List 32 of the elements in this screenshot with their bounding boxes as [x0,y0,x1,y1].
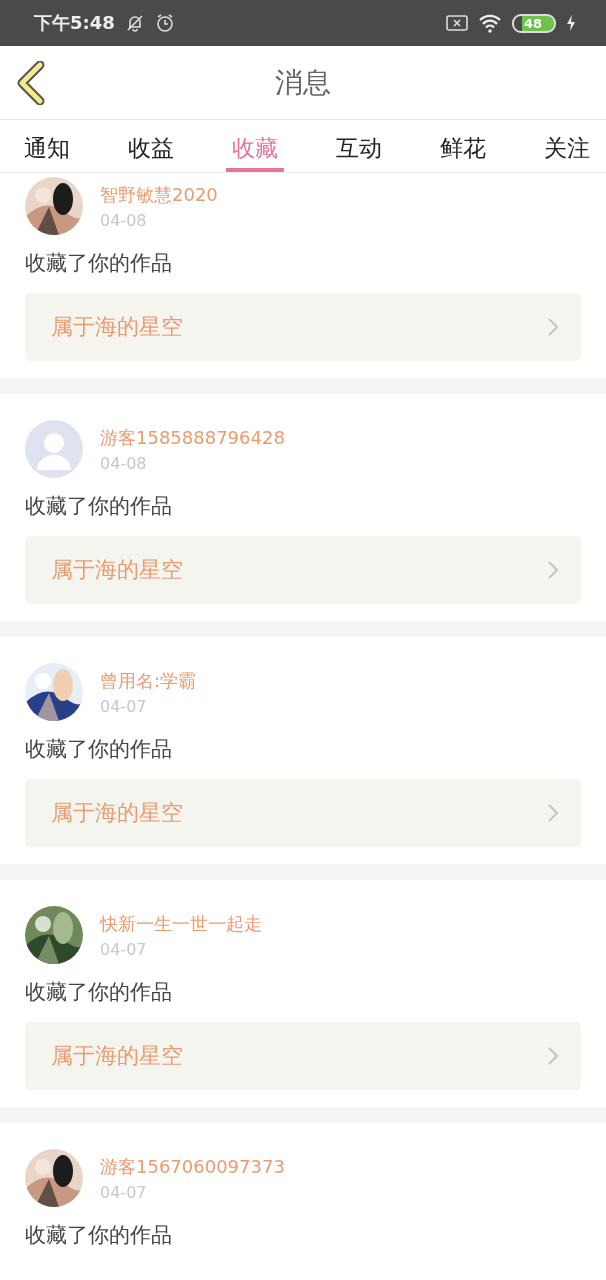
user-name[interactable]: 智野敏慧2020 [100,182,218,207]
user-name[interactable]: 游客1567060097373 [100,1154,285,1179]
page-title: 消息 [275,64,331,101]
tab[interactable]: 通知 [18,120,76,172]
tab[interactable]: 鲜花 [434,120,492,172]
tab[interactable]: 收益 [122,120,180,172]
work-link[interactable]: 属于海的星空 [25,779,581,847]
message-text: 收藏了你的作品 [25,736,173,763]
work-link[interactable]: 属于海的星空 [25,1022,581,1090]
avatar-icon [25,420,83,478]
battery-indicator: 48 [511,13,556,33]
status-time: 下午5:48 [34,11,115,35]
back-button[interactable] [16,61,46,105]
user-name[interactable]: 曾用名:学霸 [100,668,197,693]
message-text: 收藏了你的作品 [25,979,173,1006]
chevron-right-icon [547,560,559,580]
sim-card-icon [445,14,468,32]
tab[interactable]: 关注 [538,120,596,172]
chevron-right-icon [547,1046,559,1066]
alarm-clock-icon [154,13,175,33]
work-link[interactable]: 属于海的星空 [25,536,581,604]
chevron-right-icon [547,803,559,823]
user-name[interactable]: 快新一生一世一起走 [100,911,262,936]
wifi-icon [477,13,502,33]
work-link[interactable]: 属于海的星空 [25,293,581,361]
message-text: 收藏了你的作品 [25,493,173,520]
message-text: 收藏了你的作品 [25,250,173,277]
user-name[interactable]: 游客1585888796428 [100,425,285,450]
charging-icon [566,14,576,32]
tab[interactable]: 互动 [330,120,388,172]
chevron-right-icon [547,317,559,337]
message-text: 收藏了你的作品 [25,1222,173,1249]
